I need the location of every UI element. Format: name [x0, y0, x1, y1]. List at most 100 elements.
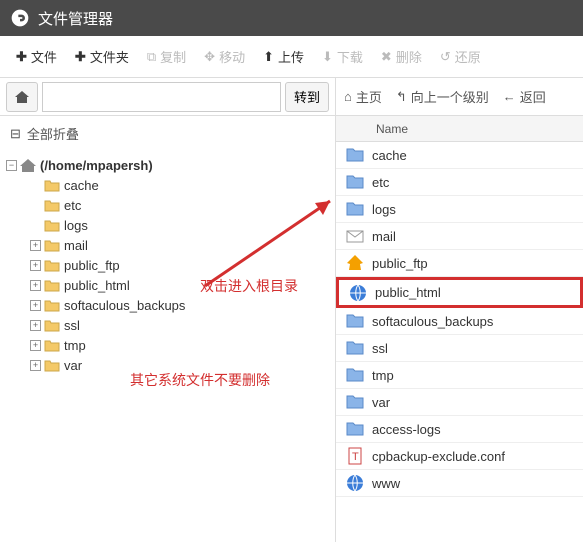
tree-item-label: var: [64, 358, 82, 373]
mail-icon: [346, 227, 364, 245]
folder-icon: [44, 259, 60, 272]
folder-icon: [346, 393, 364, 411]
collapse-icon: ⊟: [10, 126, 21, 142]
file-row[interactable]: softaculous_backups: [336, 308, 583, 335]
file-list: cache etc logs mail public_ftp public_htmlsof…: [336, 142, 583, 542]
expander-icon[interactable]: +: [30, 260, 41, 271]
nav-home-button[interactable]: ⌂主页: [344, 87, 382, 106]
up-icon: ↰: [396, 89, 407, 105]
tree-item[interactable]: + var: [6, 355, 329, 375]
tree-item-label: ssl: [64, 318, 80, 333]
tree-item[interactable]: etc: [6, 195, 329, 215]
expander-icon[interactable]: +: [30, 300, 41, 311]
file-row[interactable]: mail: [336, 223, 583, 250]
collapse-all-button[interactable]: ⊟ 全部折叠: [0, 116, 335, 151]
folder-icon: [44, 359, 60, 372]
tree-item-label: mail: [64, 238, 88, 253]
text-file-icon: T: [346, 447, 364, 465]
folder-icon: [346, 312, 364, 330]
new-file-button[interactable]: ✚文件: [8, 41, 65, 72]
folder-icon: [44, 179, 60, 192]
folder-icon: [346, 339, 364, 357]
new-folder-button[interactable]: ✚文件夹: [67, 41, 137, 72]
right-panel: ⌂主页 ↰向上一个级别 ←返回 Name cache etc logs mail pub…: [336, 78, 583, 542]
home-button[interactable]: [6, 82, 38, 112]
home-icon: [14, 90, 30, 104]
expander-icon[interactable]: +: [30, 360, 41, 371]
folder-icon: [346, 146, 364, 164]
download-button[interactable]: ⬇下载: [314, 41, 371, 72]
folder-icon: [44, 199, 60, 212]
expander-icon[interactable]: +: [30, 320, 41, 331]
file-row[interactable]: access-logs: [336, 416, 583, 443]
expander-icon[interactable]: +: [30, 240, 41, 251]
file-name: public_html: [375, 285, 441, 300]
app-title: 文件管理器: [38, 8, 113, 29]
file-row[interactable]: www: [336, 470, 583, 497]
nav-back-button[interactable]: ←返回: [503, 87, 546, 106]
expander-icon[interactable]: −: [6, 160, 17, 171]
tree-item-label: tmp: [64, 338, 86, 353]
delete-button[interactable]: ✖删除: [373, 41, 430, 72]
file-row[interactable]: var: [336, 389, 583, 416]
folder-icon: [44, 319, 60, 332]
file-name: cache: [372, 148, 407, 163]
tree-item-label: public_html: [64, 278, 130, 293]
tree-item[interactable]: + tmp: [6, 335, 329, 355]
tree-item-label: cache: [64, 178, 99, 193]
file-row[interactable]: logs: [336, 196, 583, 223]
folder-icon: [44, 279, 60, 292]
folder-icon: [44, 219, 60, 232]
folder-icon: [44, 239, 60, 252]
tree-item-label: softaculous_backups: [64, 298, 185, 313]
file-row[interactable]: etc: [336, 169, 583, 196]
delete-icon: ✖: [381, 49, 392, 65]
upload-button[interactable]: ⬆上传: [255, 41, 312, 72]
file-row[interactable]: cache: [336, 142, 583, 169]
tree-item[interactable]: +public_ftp: [6, 255, 329, 275]
tree-item[interactable]: + ssl: [6, 315, 329, 335]
go-button[interactable]: 转到: [285, 82, 329, 112]
file-name: softaculous_backups: [372, 314, 493, 329]
file-row[interactable]: Tcpbackup-exclude.conf: [336, 443, 583, 470]
tree-root[interactable]: − (/home/mpapersh): [6, 155, 329, 175]
copy-button[interactable]: ⧉复制: [139, 41, 194, 72]
plus-icon: ✚: [75, 49, 86, 65]
tree-item-label: logs: [64, 218, 88, 233]
folder-icon: [346, 420, 364, 438]
file-name: cpbackup-exclude.conf: [372, 449, 505, 464]
tree-item[interactable]: + softaculous_backups: [6, 295, 329, 315]
left-panel: 转到 ⊟ 全部折叠 − (/home/mpapersh) cache etc log…: [0, 78, 336, 542]
tree-item[interactable]: logs: [6, 215, 329, 235]
toolbar: ✚文件 ✚文件夹 ⧉复制 ✥移动 ⬆上传 ⬇下载 ✖删除 ↺还原: [0, 36, 583, 78]
globe-icon: [349, 284, 367, 302]
home-folder-icon: [20, 159, 36, 172]
folder-icon: [346, 200, 364, 218]
restore-icon: ↺: [440, 49, 451, 65]
file-name: public_ftp: [372, 256, 428, 271]
table-header[interactable]: Name: [336, 116, 583, 142]
file-name: www: [372, 476, 400, 491]
file-name: logs: [372, 202, 396, 217]
folder-icon: [44, 299, 60, 312]
file-row[interactable]: ssl: [336, 335, 583, 362]
move-button[interactable]: ✥移动: [196, 41, 253, 72]
home-icon: ⌂: [344, 89, 352, 104]
file-row[interactable]: public_ftp: [336, 250, 583, 277]
tree-item[interactable]: cache: [6, 175, 329, 195]
expander-icon[interactable]: +: [30, 340, 41, 351]
file-row[interactable]: tmp: [336, 362, 583, 389]
globe-icon: [346, 474, 364, 492]
column-name: Name: [376, 122, 408, 136]
file-name: etc: [372, 175, 389, 190]
file-row[interactable]: public_html: [336, 277, 583, 308]
restore-button[interactable]: ↺还原: [432, 41, 489, 72]
nav-up-button[interactable]: ↰向上一个级别: [396, 87, 489, 106]
tree-item[interactable]: + mail: [6, 235, 329, 255]
folder-icon: [44, 339, 60, 352]
cpanel-logo-icon: [10, 8, 30, 28]
tree-item[interactable]: + public_html: [6, 275, 329, 295]
move-icon: ✥: [204, 49, 215, 65]
expander-icon[interactable]: +: [30, 280, 41, 291]
path-input[interactable]: [42, 82, 281, 112]
